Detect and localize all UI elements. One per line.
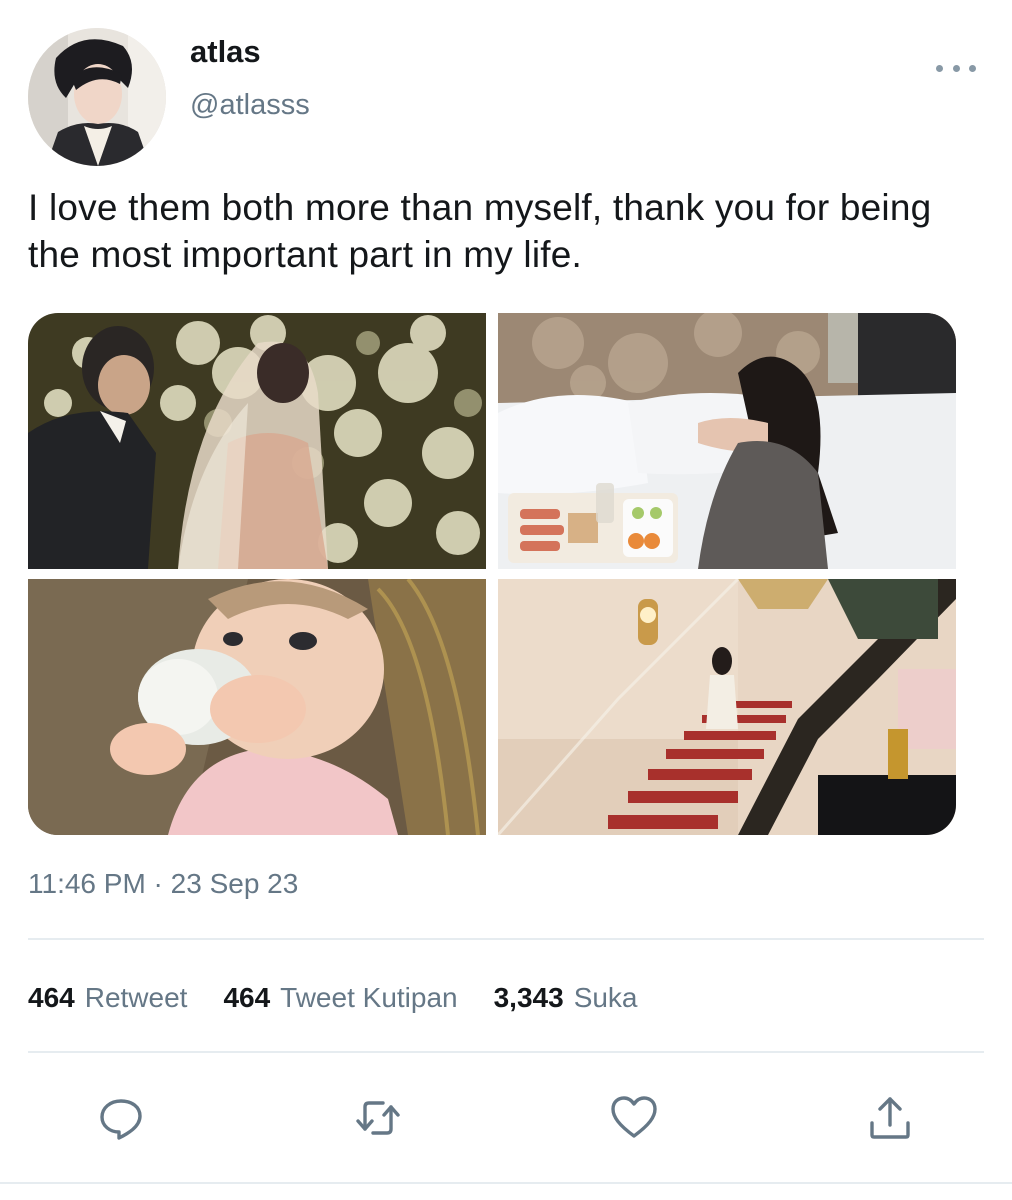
divider (0, 1182, 1012, 1184)
likes-label: Suka (573, 982, 638, 1013)
quotes-label: Tweet Kutipan (280, 982, 458, 1013)
wedding-photo (28, 313, 486, 569)
retweets-count: 464 (28, 982, 75, 1013)
likes-count: 3,343 (493, 982, 564, 1013)
author-handle[interactable]: @atlasss (190, 89, 310, 122)
tweet-stats: 464 Retweet 464 Tweet Kutipan 3,343 Suka (28, 982, 674, 1014)
media-photo-wedding[interactable] (28, 313, 486, 569)
action-bar (0, 1088, 1012, 1148)
media-photo-staircase[interactable] (498, 579, 956, 835)
more-dot-icon (969, 64, 976, 72)
baby-bottle-photo (28, 579, 486, 835)
bed-breakfast-photo (498, 313, 956, 569)
likes-stat[interactable]: 3,343 Suka (494, 982, 638, 1014)
retweets-label: Retweet (84, 982, 188, 1013)
media-grid (28, 313, 956, 835)
retweet-button[interactable] (348, 1088, 408, 1148)
share-icon (870, 1097, 910, 1139)
divider (28, 1051, 984, 1053)
quotes-stat[interactable]: 464 Tweet Kutipan (223, 982, 457, 1014)
more-options-button[interactable] (936, 56, 976, 80)
reply-button[interactable] (91, 1088, 151, 1148)
grand-staircase-photo (498, 579, 956, 835)
tweet-text: I love them both more than myself, thank… (28, 187, 932, 275)
heart-icon (611, 1096, 657, 1138)
author-display-name[interactable]: atlas (190, 34, 261, 70)
avatar[interactable] (28, 28, 166, 166)
quotes-count: 464 (223, 982, 271, 1013)
share-button[interactable] (860, 1088, 920, 1148)
media-photo-baby[interactable] (28, 579, 486, 835)
more-dot-icon (936, 64, 943, 72)
retweets-stat[interactable]: 464 Retweet (28, 982, 187, 1014)
reply-icon (100, 1099, 142, 1140)
avatar-image (28, 28, 166, 166)
divider (28, 938, 984, 940)
media-photo-bed[interactable] (498, 313, 956, 569)
tweet-timestamp[interactable]: 11:46 PM · 23 Sep 23 (28, 868, 298, 900)
like-button[interactable] (604, 1088, 664, 1148)
more-dot-icon (952, 64, 960, 72)
retweet-icon (356, 1101, 400, 1135)
tweet-detail: atlas @atlasss I love them both more tha… (0, 0, 1012, 1200)
